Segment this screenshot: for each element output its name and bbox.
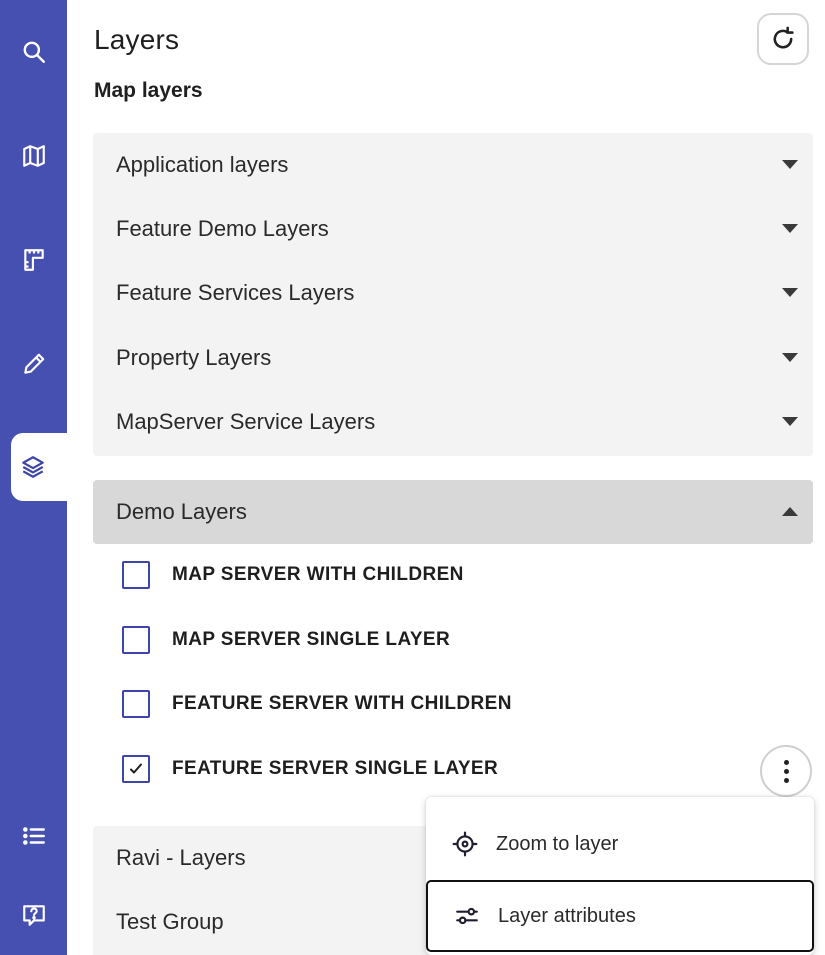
group-label: Property Layers bbox=[116, 345, 272, 370]
refresh-icon bbox=[773, 26, 794, 49]
layer-item[interactable]: MAP SERVER SINGLE LAYER bbox=[122, 625, 450, 655]
layer-context-menu: Zoom to layer Layer attributes bbox=[426, 797, 814, 955]
section-title: Map layers bbox=[94, 79, 203, 102]
caret-down-icon bbox=[782, 224, 798, 233]
layer-checkbox[interactable] bbox=[122, 690, 150, 718]
group-property-layers[interactable]: Property Layers bbox=[93, 326, 813, 390]
rail-map-button[interactable] bbox=[0, 126, 67, 186]
menu-item-layer-attributes[interactable]: Layer attributes bbox=[426, 880, 814, 952]
layer-options-button[interactable] bbox=[760, 745, 812, 797]
caret-up-icon bbox=[782, 507, 798, 516]
group-label: Ravi - Layers bbox=[116, 845, 246, 870]
group-mapserver-service-layers[interactable]: MapServer Service Layers bbox=[93, 390, 813, 454]
layer-item[interactable]: MAP SERVER WITH CHILDREN bbox=[122, 560, 464, 590]
rail-search-button[interactable] bbox=[0, 22, 67, 82]
map-icon bbox=[22, 145, 45, 167]
side-rail bbox=[0, 0, 67, 955]
layer-groups-panel: Application layers Feature Demo Layers F… bbox=[93, 133, 813, 456]
group-label: Demo Layers bbox=[116, 499, 247, 524]
refresh-button[interactable] bbox=[757, 13, 809, 65]
pencil-icon bbox=[23, 353, 44, 374]
caret-down-icon bbox=[782, 288, 798, 297]
measure-icon bbox=[23, 249, 44, 271]
help-icon bbox=[22, 905, 45, 926]
group-application-layers[interactable]: Application layers bbox=[93, 133, 813, 197]
page-title: Layers bbox=[94, 24, 180, 55]
rail-help-button[interactable] bbox=[0, 885, 67, 945]
layer-label: FEATURE SERVER SINGLE LAYER bbox=[172, 758, 499, 779]
group-demo-layers[interactable]: Demo Layers bbox=[93, 480, 813, 544]
menu-item-label: Zoom to layer bbox=[496, 832, 619, 855]
group-feature-services-layers[interactable]: Feature Services Layers bbox=[93, 261, 813, 325]
group-label: Feature Demo Layers bbox=[116, 216, 329, 241]
group-label: MapServer Service Layers bbox=[116, 409, 376, 434]
caret-down-icon bbox=[782, 353, 798, 362]
layer-checkbox[interactable] bbox=[122, 626, 150, 654]
list-icon bbox=[22, 827, 45, 845]
caret-down-icon bbox=[782, 417, 798, 426]
layer-checkbox[interactable] bbox=[122, 561, 150, 589]
layer-item[interactable]: FEATURE SERVER WITH CHILDREN bbox=[122, 689, 512, 719]
menu-item-zoom-to-layer[interactable]: Zoom to layer bbox=[426, 808, 814, 880]
layers-icon bbox=[22, 456, 44, 478]
rail-list-button[interactable] bbox=[0, 806, 67, 866]
group-feature-demo-layers[interactable]: Feature Demo Layers bbox=[93, 197, 813, 261]
crosshair-icon bbox=[452, 831, 478, 857]
layer-label: FEATURE SERVER WITH CHILDREN bbox=[172, 693, 512, 714]
group-label: Test Group bbox=[116, 909, 224, 934]
more-vert-icon bbox=[783, 759, 789, 765]
sliders-icon bbox=[456, 907, 478, 925]
menu-item-label: Layer attributes bbox=[498, 904, 636, 927]
group-label: Feature Services Layers bbox=[116, 280, 355, 305]
group-label: Application layers bbox=[116, 152, 289, 177]
layer-item[interactable]: FEATURE SERVER SINGLE LAYER bbox=[122, 754, 498, 784]
rail-layers-button[interactable] bbox=[11, 433, 67, 501]
caret-down-icon bbox=[782, 160, 798, 169]
checkmark-icon bbox=[130, 763, 142, 774]
layer-label: MAP SERVER SINGLE LAYER bbox=[172, 629, 451, 650]
rail-draw-button[interactable] bbox=[0, 334, 67, 394]
rail-measure-button[interactable] bbox=[0, 230, 67, 290]
layer-label: MAP SERVER WITH CHILDREN bbox=[172, 564, 464, 585]
layer-checkbox-checked[interactable] bbox=[122, 755, 150, 783]
search-icon bbox=[23, 41, 45, 63]
